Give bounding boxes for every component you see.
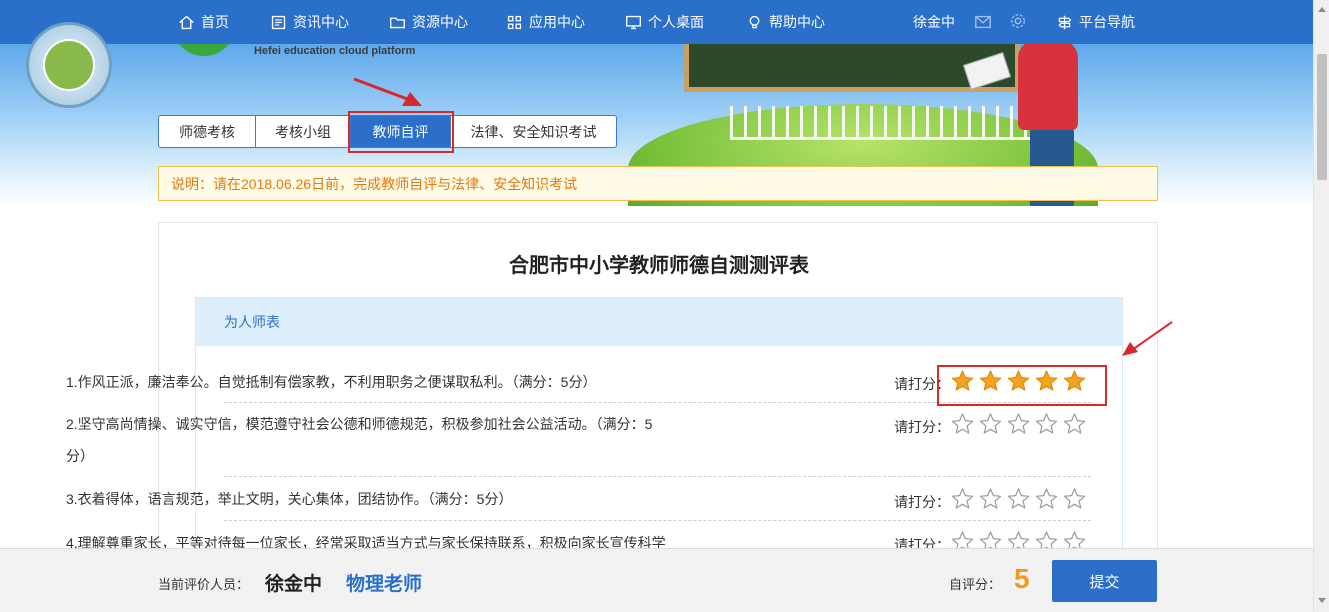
- star-empty-icon[interactable]: [1062, 412, 1087, 437]
- nav-item-desktop[interactable]: 个人桌面: [625, 0, 704, 44]
- scroll-down-arrow-icon[interactable]: [1318, 598, 1326, 603]
- nav-item-news[interactable]: 资讯中心: [270, 0, 349, 44]
- platform-nav-label: 平台导航: [1079, 14, 1135, 30]
- current-user-name[interactable]: 徐金中: [913, 0, 955, 44]
- vertical-scrollbar[interactable]: [1313, 0, 1329, 612]
- question-text: 1.作风正派，廉洁奉公。自觉抵制有偿家教，不利用职务之便谋取私利。（满分：5分）: [66, 374, 597, 390]
- star-rating[interactable]: [950, 487, 1087, 512]
- nav-item-label: 应用中心: [529, 14, 585, 30]
- star-empty-icon[interactable]: [950, 412, 975, 437]
- star-empty-icon[interactable]: [1062, 487, 1087, 512]
- nav-item-home[interactable]: 首页: [178, 0, 229, 44]
- annotation-arrow-tab: [353, 77, 422, 106]
- platform-logo: [172, 44, 236, 56]
- nav-item-label: 资讯中心: [293, 14, 349, 30]
- top-nav-bar: 首页 资讯中心 资源中心 应用中心 个人桌面 帮助中心 徐金中 平台导航: [0, 0, 1313, 44]
- submit-button[interactable]: 提交: [1052, 560, 1157, 602]
- annotation-highlight-tab: [348, 111, 454, 153]
- lightbulb-icon: [749, 15, 760, 28]
- grid-icon: [507, 15, 522, 29]
- annotation-arrow-stars: [1122, 321, 1173, 356]
- mail-icon[interactable]: [974, 13, 992, 31]
- self-score-value: 5: [1014, 563, 1030, 594]
- self-score-label: 自评分：: [949, 577, 1002, 592]
- fence-illustration: [730, 106, 1030, 140]
- star-empty-icon[interactable]: [1034, 487, 1059, 512]
- question-text: 4.理解尊重家长，平等对待每一位家长，经常采取适当方式与家长保持联系，积极向家长…: [66, 535, 666, 548]
- scroll-thumb[interactable]: [1317, 54, 1327, 180]
- divider: [224, 476, 1091, 477]
- divider: [224, 520, 1091, 521]
- star-empty-icon[interactable]: [1006, 412, 1031, 437]
- nav-item-label: 首页: [201, 14, 229, 30]
- platform-nav-button[interactable]: 平台导航: [1056, 0, 1135, 44]
- star-rating[interactable]: [950, 412, 1087, 437]
- evaluator-label: 当前评价人员：: [158, 577, 250, 592]
- evaluator-role: 物理老师: [346, 574, 423, 595]
- news-icon: [271, 15, 286, 29]
- star-empty-icon[interactable]: [1006, 487, 1031, 512]
- form-title: 合肥市中小学教师师德自测测评表: [509, 255, 809, 277]
- teacher-illustration: [1018, 44, 1078, 130]
- deadline-notice: 说明：请在2018.06.26日前，完成教师自评与法律、安全知识考试: [158, 166, 1158, 201]
- star-empty-icon[interactable]: [1034, 412, 1059, 437]
- nav-item-help[interactable]: 帮助中心: [746, 0, 825, 44]
- rate-label: 请打分：: [894, 419, 950, 435]
- nav-item-label: 个人桌面: [648, 14, 704, 30]
- nav-item-label: 资源中心: [412, 14, 468, 30]
- home-icon: [179, 15, 194, 29]
- signpost-icon: [1058, 15, 1072, 29]
- tab-assessment-group[interactable]: 考核小组: [256, 116, 351, 147]
- star-empty-icon[interactable]: [978, 487, 1003, 512]
- evaluator-name: 徐金中: [265, 574, 323, 595]
- school-logo: [26, 22, 112, 108]
- annotation-highlight-stars: [937, 365, 1107, 406]
- scroll-up-arrow-icon[interactable]: [1318, 7, 1326, 12]
- gear-icon[interactable]: [1009, 12, 1027, 30]
- school-logo-emblem: [43, 39, 95, 91]
- footer-bar: 当前评价人员： 徐金中 物理老师 自评分： 5 提交: [0, 548, 1313, 612]
- question-text: 3.衣着得体，语言规范，举止文明，关心集体，团结协作。（满分：5分）: [66, 491, 513, 507]
- nav-item-apps[interactable]: 应用中心: [506, 0, 585, 44]
- section-header: 为人师表: [196, 298, 1122, 346]
- star-empty-icon[interactable]: [978, 412, 1003, 437]
- monitor-icon: [626, 15, 641, 29]
- nav-item-resources[interactable]: 资源中心: [389, 0, 468, 44]
- nav-item-label: 帮助中心: [769, 14, 825, 30]
- tab-law-safety-exam[interactable]: 法律、安全知识考试: [451, 116, 616, 147]
- folder-icon: [390, 17, 405, 28]
- tab-ethics-assessment[interactable]: 师德考核: [159, 116, 256, 147]
- star-empty-icon[interactable]: [950, 487, 975, 512]
- question-text: 2.坚守高尚情操、诚实守信，模范遵守社会公德和师德规范，积极参加社会公益活动。（…: [66, 416, 653, 464]
- rate-label: 请打分：: [894, 494, 950, 510]
- platform-subtitle: Hefei education cloud platform: [254, 45, 416, 57]
